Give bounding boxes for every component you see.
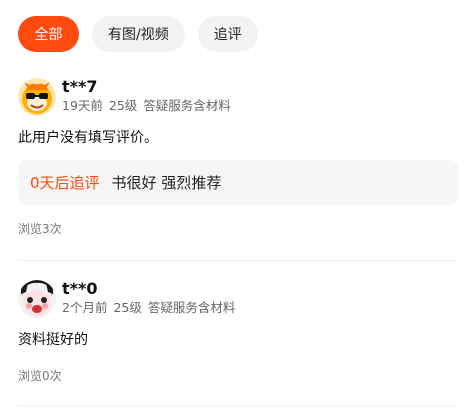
tab-follow-up[interactable]: 追评 [197, 16, 258, 52]
avatar[interactable] [18, 78, 56, 116]
divider [18, 260, 458, 261]
user-level: 25级 [113, 300, 142, 315]
view-count: 浏览0次 [18, 369, 62, 383]
review-header: t**0 2个月前 25级 答疑服务含材料 [18, 280, 458, 320]
avatar-face-icon [18, 280, 56, 318]
user-level: 25级 [108, 98, 138, 113]
review-content: 资料挺好的 [18, 332, 88, 348]
purchase-spec: 答疑服务含材料 [147, 300, 236, 315]
avatar-cartoon-icon [18, 78, 56, 116]
avatar[interactable] [18, 280, 56, 318]
username: t**0 [62, 279, 98, 298]
divider [18, 405, 458, 406]
review-item: t**0 2个月前 25级 答疑服务含材料 资料挺好的 浏览0次 [18, 280, 458, 384]
follow-up-review: 0天后追评 书很好 强烈推荐 [18, 160, 458, 205]
tab-all[interactable]: 全部 [18, 16, 79, 52]
review-meta: 2个月前 25级 答疑服务含材料 [62, 300, 235, 316]
follow-up-tag: 0天后追评 [30, 174, 100, 192]
review-header: t**7 19天前 25级 答疑服务含材料 [18, 78, 458, 118]
reviews-page: 全部 有图/视频 追评 t**7 19天前 25级 答疑服务含材料 此用户没有填… [0, 0, 476, 416]
username: t**7 [62, 77, 98, 96]
review-time: 2个月前 [62, 300, 108, 315]
review-item: t**7 19天前 25级 答疑服务含材料 此用户没有填写评价。 0天后追评 书… [18, 78, 458, 237]
follow-up-text: 书很好 强烈推荐 [111, 174, 222, 192]
tab-with-media[interactable]: 有图/视频 [92, 16, 185, 52]
review-content: 此用户没有填写评价。 [18, 130, 158, 146]
review-filter-tabs: 全部 有图/视频 追评 [18, 16, 258, 52]
review-meta: 19天前 25级 答疑服务含材料 [62, 98, 231, 114]
purchase-spec: 答疑服务含材料 [143, 98, 231, 113]
review-time: 19天前 [62, 98, 103, 113]
view-count: 浏览3次 [18, 222, 62, 236]
